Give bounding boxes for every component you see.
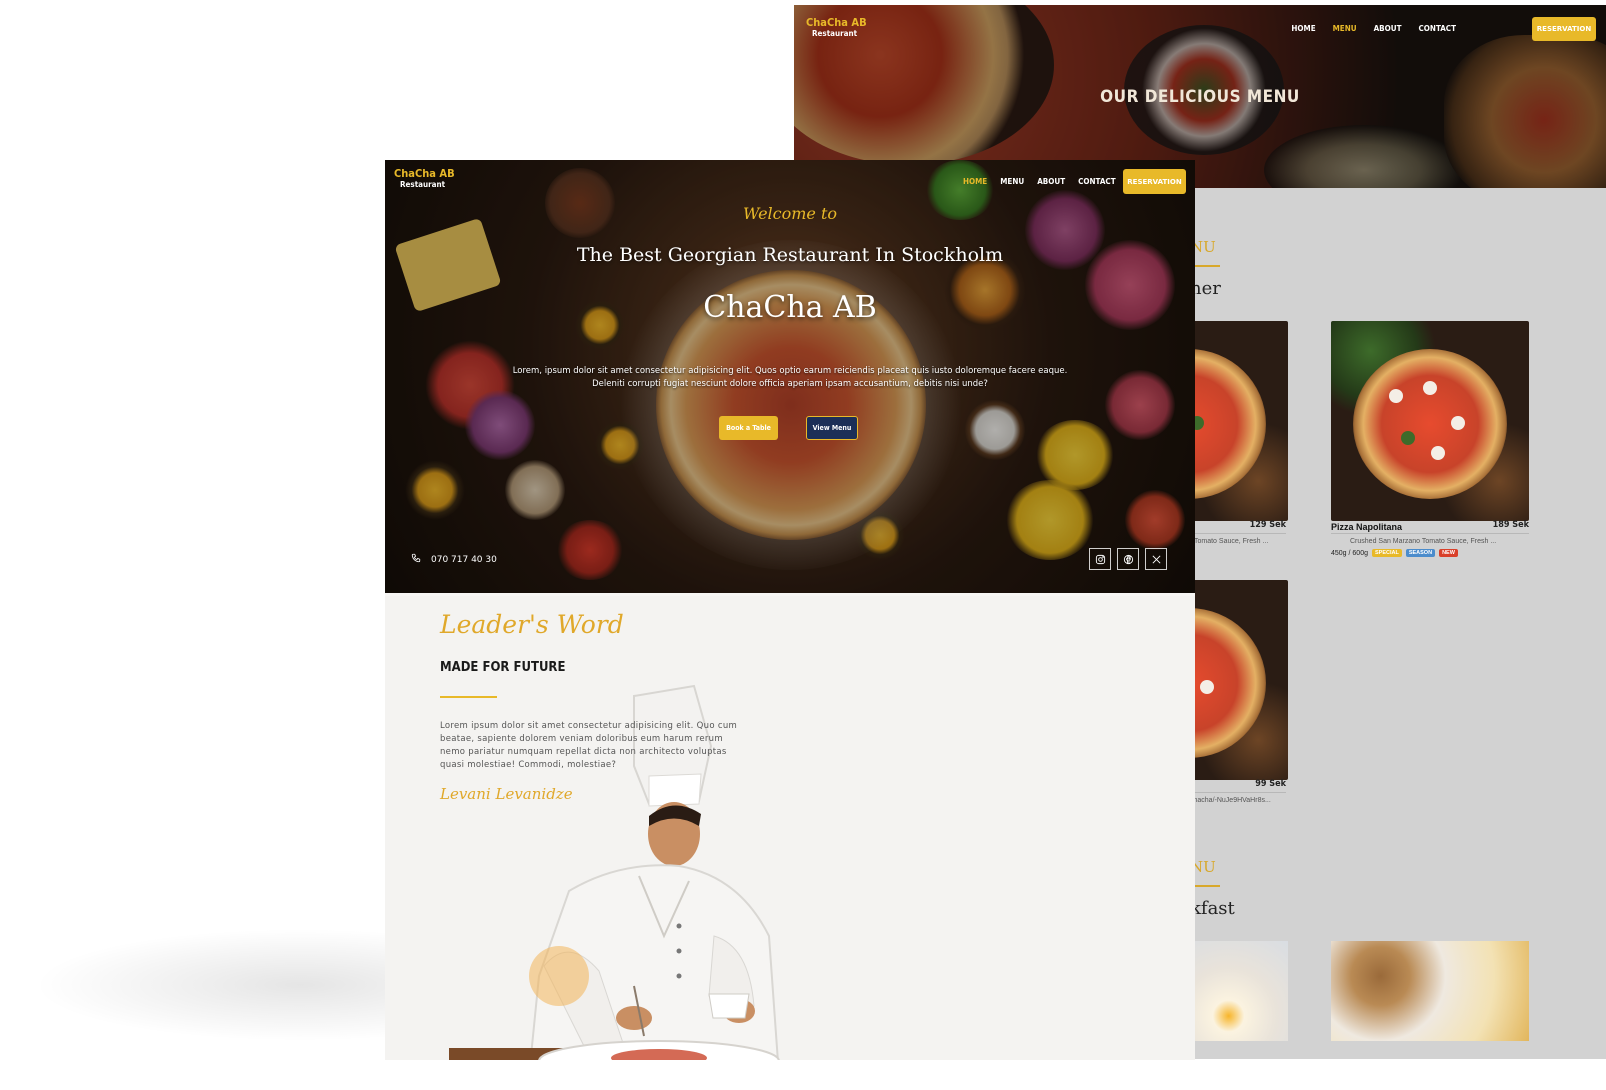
section-heading: kfast (1190, 898, 1235, 919)
facebook-icon[interactable] (1117, 548, 1139, 570)
nav-about[interactable]: ABOUT (1037, 177, 1065, 186)
reservation-button[interactable]: RESERVATION (1532, 17, 1596, 41)
leader-divider (440, 696, 497, 698)
nav-menu[interactable]: MENU (1333, 24, 1357, 33)
tag-new: NEW (1439, 549, 1458, 557)
phone-icon (411, 553, 421, 566)
menu-item-price: 99 Sek (1255, 779, 1286, 789)
leader-body: Lorem ipsum dolor sit amet consectetur a… (440, 721, 738, 770)
logo[interactable]: ChaCha AB Restaurant (806, 17, 867, 39)
menu-hero-title: OUR DELICIOUS MENU (1100, 87, 1300, 107)
nav-contact[interactable]: CONTACT (1419, 24, 1456, 33)
nav-about[interactable]: ABOUT (1374, 24, 1402, 33)
menu-item-name: Pizza Napolitana (1331, 522, 1403, 532)
nav-menu[interactable]: MENU (1000, 177, 1024, 186)
menu-item-description: Tomato Sauce, Fresh ... (1194, 538, 1269, 545)
reservation-button[interactable]: RESERVATION (1123, 169, 1186, 194)
main-nav: HOME MENU ABOUT CONTACT (963, 177, 1116, 186)
leader-section-tag: Leader's Word (440, 610, 624, 639)
view-menu-button[interactable]: View Menu (806, 416, 858, 440)
home-hero: ChaCha AB Restaurant HOME MENU ABOUT CON… (385, 160, 1195, 593)
hero-tagline: The Best Georgian Restaurant In Stockhol… (576, 244, 1004, 266)
menu-item-description: chacha/-NuJe9HVaHr8s... (1190, 797, 1271, 804)
menu-item-weight: 450g / 600g (1331, 549, 1368, 557)
nav-home[interactable]: HOME (1291, 24, 1315, 33)
hero-description: Lorem, ipsum dolor sit amet consectetur … (512, 366, 1068, 389)
nav-contact[interactable]: CONTACT (1078, 177, 1115, 186)
nav-home[interactable]: HOME (963, 177, 987, 186)
x-icon[interactable] (1145, 548, 1167, 570)
hero-brand-title: ChaCha AB (703, 290, 877, 325)
book-table-button[interactable]: Book a Table (719, 416, 778, 440)
menu-item-description: Crushed San Marzano Tomato Sauce, Fresh … (1350, 538, 1497, 545)
menu-item-price: 189 Sek (1492, 520, 1529, 530)
mockup-stage: ChaCha AB Restaurant HOME MENU ABOUT CON… (0, 0, 1606, 1090)
menu-item-image[interactable] (1331, 321, 1529, 521)
tag-special: SPECIAL (1371, 549, 1402, 557)
tag-season: SEASON (1405, 549, 1436, 557)
phone-contact[interactable]: 070 717 40 30 (411, 553, 497, 566)
phone-number: 070 717 40 30 (431, 554, 497, 565)
leader-heading: MADE FOR FUTURE (440, 660, 566, 675)
menu-item-meta: 450g / 600g SPECIAL SEASON NEW (1331, 549, 1458, 557)
breakfast-cookies-image[interactable] (1331, 941, 1529, 1041)
leader-signature: Levani Levanidze (440, 785, 573, 803)
main-nav: HOME MENU ABOUT CONTACT (1291, 24, 1456, 33)
social-links (1089, 548, 1167, 570)
menu-item-price: 129 Sek (1249, 520, 1286, 530)
instagram-icon[interactable] (1089, 548, 1111, 570)
hero-welcome: Welcome to (742, 204, 838, 223)
logo[interactable]: ChaCha AB Restaurant (394, 168, 455, 190)
